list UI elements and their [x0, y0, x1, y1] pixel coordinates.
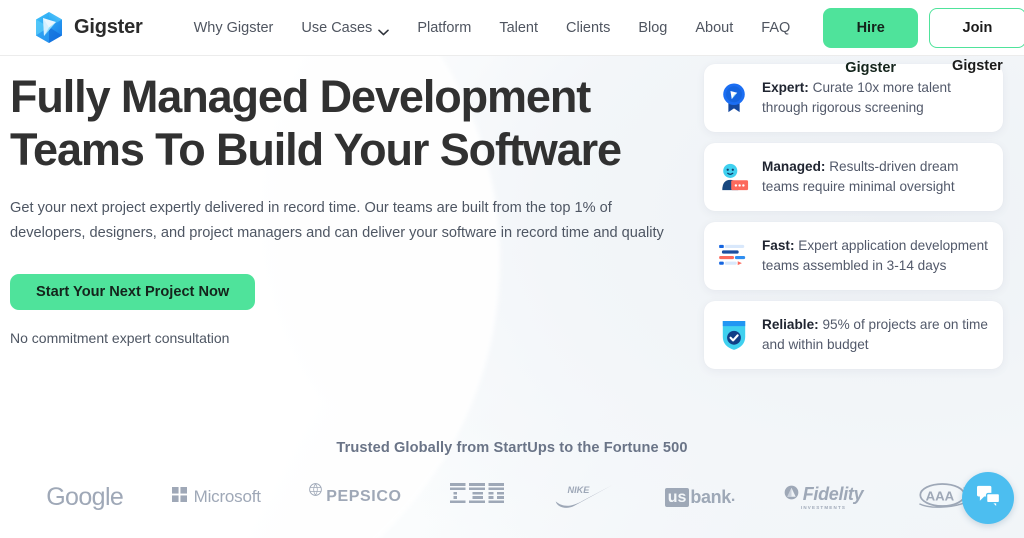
microsoft-squares-icon	[171, 487, 187, 507]
logo-usbank-text: us bank.	[664, 487, 735, 508]
award-badge-icon	[718, 81, 750, 115]
logo-fidelity-subtext: INVESTMENTS	[800, 505, 847, 510]
header-actions: Hire Gigster Join Gigster	[823, 7, 1024, 76]
feature-card-text: Managed: Results-driven dream teams requ…	[762, 157, 988, 197]
nav-item-faq[interactable]: FAQ	[747, 14, 804, 42]
logo-pepsico: PEPSICO	[309, 474, 401, 520]
brand-logo-link[interactable]: Gigster	[33, 11, 143, 44]
nav-label: Clients	[566, 19, 611, 36]
start-project-button[interactable]: Start Your Next Project Now	[10, 274, 256, 310]
fidelity-pyramid-icon	[784, 485, 799, 505]
logo-google: Google	[46, 474, 124, 520]
logo-usbank: us bank.	[664, 474, 735, 520]
logo-aaa-text: AAA	[925, 488, 954, 503]
logo-fidelity-text: Fidelity	[802, 484, 864, 504]
logo-microsoft-text: Microsoft	[193, 487, 261, 506]
hire-gigster-button[interactable]: Hire Gigster	[823, 7, 919, 76]
page-background: Gigster Why Gigster Use Cases Platform T…	[0, 0, 1024, 538]
logo-pepsico-text: PEPSICO	[326, 488, 402, 505]
pepsico-globe-icon	[309, 483, 323, 501]
feature-card-label: Expert:	[762, 80, 809, 95]
hero-title-line-1: Fully Managed Development	[10, 71, 591, 122]
client-logos: Google Microsoft PEPSICO NIKE us bank . …	[0, 474, 1024, 520]
person-chat-icon	[718, 160, 750, 194]
client-logos-row-2	[0, 529, 1024, 538]
main-navigation: Why Gigster Use Cases Platform Talent Cl…	[180, 14, 805, 42]
nav-item-blog[interactable]: Blog	[624, 14, 681, 42]
feature-card-label: Reliable:	[762, 317, 819, 332]
join-gigster-button[interactable]: Join Gigster	[929, 7, 1024, 74]
nav-item-platform[interactable]: Platform	[403, 14, 485, 42]
hero-note: No commitment expert consultation	[10, 330, 230, 346]
shield-check-icon	[718, 318, 750, 352]
feature-card-fast[interactable]: Fast: Expert application development tea…	[704, 222, 1003, 290]
nike-swoosh-icon: NIKE	[552, 481, 616, 514]
feature-card-reliable[interactable]: Reliable: 95% of projects are on time an…	[704, 301, 1003, 369]
logo-fidelity: Fidelity INVESTMENTS	[784, 474, 864, 520]
nav-label: Platform	[417, 19, 472, 36]
feature-card-body: Expert application development teams ass…	[762, 238, 988, 273]
hero-title-line-2: Teams To Build Your Software	[10, 124, 622, 175]
nav-label: About	[695, 19, 734, 36]
logo-ibm-text	[449, 483, 504, 511]
logo-google-text: Google	[46, 482, 124, 511]
site-header: Gigster Why Gigster Use Cases Platform T…	[0, 0, 1024, 76]
nav-label: FAQ	[761, 19, 791, 36]
nav-item-talent[interactable]: Talent	[485, 14, 552, 42]
logo-ibm	[449, 474, 504, 520]
chat-widget-button[interactable]	[962, 472, 1014, 524]
brand-name: Gigster	[74, 16, 143, 38]
feature-cards: Expert: Curate 10x more talent through r…	[704, 64, 1003, 369]
gigster-gem-logo-icon	[33, 11, 65, 44]
logo-nike-text: NIKE	[568, 485, 591, 495]
nav-item-about[interactable]: About	[681, 14, 747, 42]
feature-card-label: Managed:	[762, 159, 826, 174]
chevron-down-icon	[378, 24, 390, 36]
trusted-title: Trusted Globally from StartUps to the Fo…	[336, 440, 688, 456]
feature-card-managed[interactable]: Managed: Results-driven dream teams requ…	[704, 143, 1003, 211]
feature-card-text: Fast: Expert application development tea…	[762, 236, 988, 276]
hero-subtitle: Get your next project expertly delivered…	[10, 200, 664, 241]
nav-label: Why Gigster	[193, 19, 274, 36]
nav-item-why-gigster[interactable]: Why Gigster	[180, 14, 288, 42]
logo-microsoft: Microsoft	[171, 474, 261, 520]
nav-label: Talent	[499, 19, 539, 36]
feature-card-label: Fast:	[762, 238, 795, 253]
nav-label: Use Cases	[301, 19, 373, 36]
nav-item-clients[interactable]: Clients	[552, 14, 624, 42]
nav-label: Blog	[638, 19, 668, 36]
feature-card-text: Reliable: 95% of projects are on time an…	[762, 315, 988, 355]
gantt-chart-icon	[718, 239, 750, 273]
logo-nike: NIKE	[552, 474, 616, 520]
page-title: Fully Managed Development Teams To Build…	[10, 70, 680, 176]
hero-content: Fully Managed Development Teams To Build…	[10, 70, 680, 346]
nav-item-use-cases[interactable]: Use Cases	[287, 14, 403, 42]
chat-bubbles-icon	[976, 484, 1001, 512]
trusted-section: Trusted Globally from StartUps to the Fo…	[0, 440, 1024, 456]
